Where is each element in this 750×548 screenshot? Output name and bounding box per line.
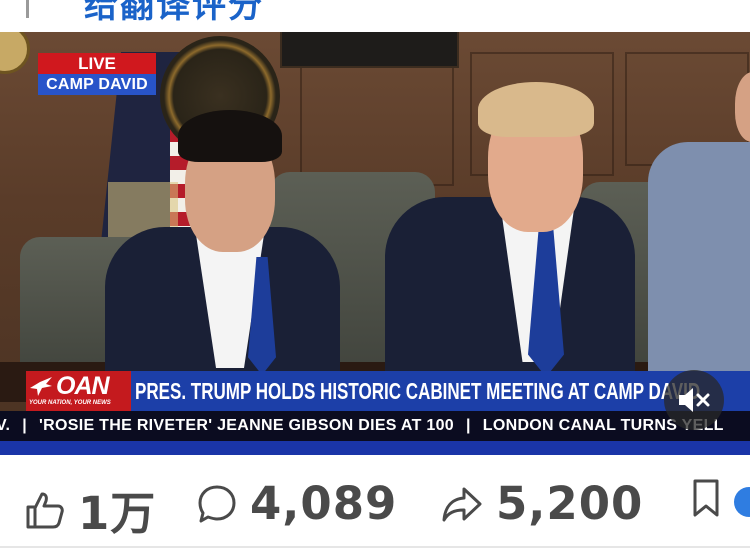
speaker-muted-icon [679, 388, 710, 412]
bookmark-button[interactable] [690, 477, 722, 519]
eagle-icon [30, 377, 52, 396]
page-title: 给翻译评分 [84, 0, 264, 26]
divider [26, 0, 29, 18]
ticker-band [0, 441, 750, 455]
bookmark-icon [693, 479, 719, 517]
network-logo: OAN YOUR NATION, YOUR NEWS [26, 371, 131, 411]
like-count: 1万 [78, 487, 157, 540]
top-strip: 给翻译评分 [0, 0, 750, 32]
comment-bubble-icon [198, 485, 236, 522]
ticker-separator: | [466, 417, 471, 434]
ticker-item: 'ROSIE THE RIVETER' JEANNE GIBSON DIES A… [39, 417, 454, 434]
seal-emblem [0, 32, 30, 74]
share-button[interactable]: 5,200 [440, 477, 643, 530]
share-arrow-icon [442, 487, 482, 521]
network-tagline: YOUR NATION, YOUR NEWS [29, 400, 111, 406]
ticker-text: V. | 'ROSIE THE RIVETER' JEANNE GIBSON DIE… [0, 417, 724, 435]
video-player[interactable]: LIVE CAMP DAVID OAN YOUR NATION, YOUR NE… [0, 32, 750, 455]
painting [280, 32, 459, 68]
headline-text: PRES. TRUMP HOLDS HISTORIC CABINET MEETI… [135, 378, 701, 404]
lower-third: OAN YOUR NATION, YOUR NEWS PRES. TRUMP H… [26, 371, 750, 411]
live-badge: LIVE CAMP DAVID [38, 53, 156, 95]
live-label: LIVE [38, 53, 156, 74]
network-name: OAN [56, 372, 110, 400]
comment-button[interactable]: 4,089 [196, 477, 397, 530]
wall-panel [300, 52, 454, 186]
ticker-separator: | [22, 417, 28, 434]
person-right [648, 142, 750, 382]
thumbs-up-icon [26, 492, 64, 528]
share-count: 5,200 [496, 477, 644, 530]
like-button[interactable]: 1万 [24, 477, 156, 542]
news-ticker: V. | 'ROSIE THE RIVETER' JEANNE GIBSON DIE… [0, 411, 750, 441]
avatar[interactable] [734, 487, 750, 517]
ticker-item: V. [0, 417, 11, 434]
comment-count: 4,089 [250, 477, 398, 530]
mute-button[interactable] [664, 370, 724, 430]
headline-bar: PRES. TRUMP HOLDS HISTORIC CABINET MEETI… [131, 371, 750, 411]
location-label: CAMP DAVID [38, 74, 156, 95]
action-bar: 1万 4,089 5,200 [0, 455, 750, 548]
